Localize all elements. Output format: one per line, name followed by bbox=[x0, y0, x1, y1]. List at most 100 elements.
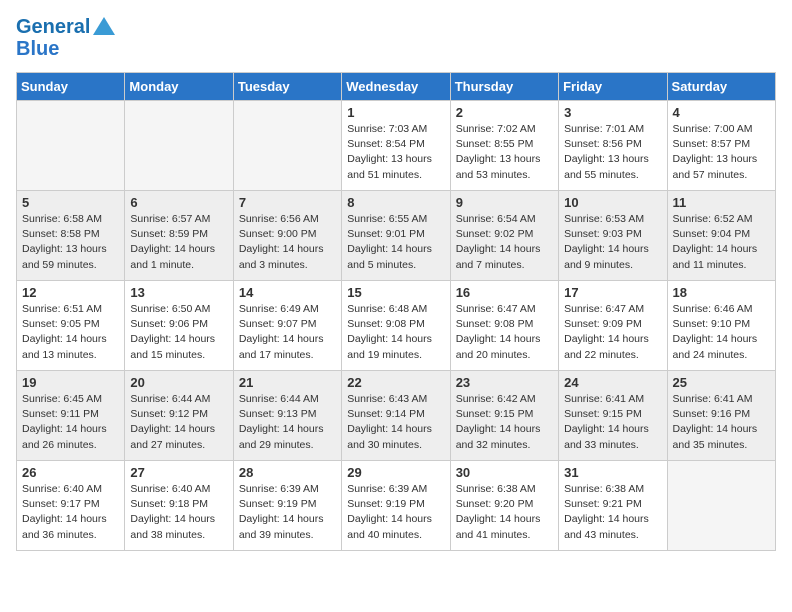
header-sunday: Sunday bbox=[17, 73, 125, 101]
day-cell: 27 Sunrise: 6:40 AMSunset: 9:18 PMDayligh… bbox=[125, 461, 233, 551]
calendar-table: SundayMondayTuesdayWednesdayThursdayFrid… bbox=[16, 72, 776, 551]
day-number: 31 bbox=[564, 465, 661, 480]
day-info: Sunrise: 6:51 AMSunset: 9:05 PMDaylight:… bbox=[22, 302, 119, 363]
day-number: 5 bbox=[22, 195, 119, 210]
day-number: 27 bbox=[130, 465, 227, 480]
week-row-3: 12 Sunrise: 6:51 AMSunset: 9:05 PMDayligh… bbox=[17, 281, 776, 371]
day-number: 30 bbox=[456, 465, 553, 480]
day-number: 3 bbox=[564, 105, 661, 120]
header-friday: Friday bbox=[559, 73, 667, 101]
day-cell bbox=[667, 461, 775, 551]
logo-text: General bbox=[16, 16, 90, 38]
day-cell bbox=[233, 101, 341, 191]
day-cell: 23Sunrise: 6:42 AMSunset: 9:15 PMDayligh… bbox=[450, 371, 558, 461]
page-header: General Blue bbox=[16, 16, 776, 60]
day-info: Sunrise: 6:48 AMSunset: 9:08 PMDaylight:… bbox=[347, 302, 444, 363]
day-info: Sunrise: 6:38 AMSunset: 9:20 PMDaylight:… bbox=[456, 482, 553, 543]
day-number: 2 bbox=[456, 105, 553, 120]
day-number: 28 bbox=[239, 465, 336, 480]
day-info: Sunrise: 6:44 AMSunset: 9:13 PMDaylight:… bbox=[239, 392, 336, 453]
day-info: Sunrise: 6:56 AMSunset: 9:00 PMDaylight:… bbox=[239, 212, 336, 273]
day-number: 15 bbox=[347, 285, 444, 300]
day-cell: 12 Sunrise: 6:51 AMSunset: 9:05 PMDayligh… bbox=[17, 281, 125, 371]
day-info: Sunrise: 6:47 AMSunset: 9:08 PMDaylight:… bbox=[456, 302, 553, 363]
day-cell: 30 Sunrise: 6:38 AMSunset: 9:20 PMDayligh… bbox=[450, 461, 558, 551]
day-cell: 1 Sunrise: 7:03 AMSunset: 8:54 PMDaylight… bbox=[342, 101, 450, 191]
week-row-5: 26 Sunrise: 6:40 AMSunset: 9:17 PMDayligh… bbox=[17, 461, 776, 551]
logo: General Blue bbox=[16, 16, 115, 60]
logo-icon bbox=[93, 17, 115, 35]
day-cell: 29 Sunrise: 6:39 AMSunset: 9:19 PMDayligh… bbox=[342, 461, 450, 551]
day-info: Sunrise: 6:45 AMSunset: 9:11 PMDaylight:… bbox=[22, 392, 119, 453]
day-cell: 15 Sunrise: 6:48 AMSunset: 9:08 PMDayligh… bbox=[342, 281, 450, 371]
day-number: 25 bbox=[673, 375, 770, 390]
day-cell: 31 Sunrise: 6:38 AMSunset: 9:21 PMDayligh… bbox=[559, 461, 667, 551]
day-cell: 3 Sunrise: 7:01 AMSunset: 8:56 PMDaylight… bbox=[559, 101, 667, 191]
day-number: 9 bbox=[456, 195, 553, 210]
day-info: Sunrise: 6:55 AMSunset: 9:01 PMDaylight:… bbox=[347, 212, 444, 273]
week-row-4: 19 Sunrise: 6:45 AMSunset: 9:11 PMDayligh… bbox=[17, 371, 776, 461]
day-info: Sunrise: 6:58 AMSunset: 8:58 PMDaylight:… bbox=[22, 212, 119, 273]
day-number: 20 bbox=[130, 375, 227, 390]
week-row-2: 5 Sunrise: 6:58 AMSunset: 8:58 PMDaylight… bbox=[17, 191, 776, 281]
day-number: 17 bbox=[564, 285, 661, 300]
day-cell: 10 Sunrise: 6:53 AMSunset: 9:03 PMDayligh… bbox=[559, 191, 667, 281]
day-number: 4 bbox=[673, 105, 770, 120]
day-cell: 25Sunrise: 6:41 AMSunset: 9:16 PMDayligh… bbox=[667, 371, 775, 461]
day-cell: 5 Sunrise: 6:58 AMSunset: 8:58 PMDaylight… bbox=[17, 191, 125, 281]
day-number: 29 bbox=[347, 465, 444, 480]
day-cell: 24 Sunrise: 6:41 AMSunset: 9:15 PMDayligh… bbox=[559, 371, 667, 461]
day-number: 23 bbox=[456, 375, 553, 390]
day-cell bbox=[125, 101, 233, 191]
day-cell: 21Sunrise: 6:44 AMSunset: 9:13 PMDayligh… bbox=[233, 371, 341, 461]
day-info: Sunrise: 6:50 AMSunset: 9:06 PMDaylight:… bbox=[130, 302, 227, 363]
day-cell: 17 Sunrise: 6:47 AMSunset: 9:09 PMDayligh… bbox=[559, 281, 667, 371]
day-number: 8 bbox=[347, 195, 444, 210]
day-number: 13 bbox=[130, 285, 227, 300]
day-number: 26 bbox=[22, 465, 119, 480]
day-number: 1 bbox=[347, 105, 444, 120]
day-cell bbox=[17, 101, 125, 191]
day-number: 19 bbox=[22, 375, 119, 390]
day-number: 24 bbox=[564, 375, 661, 390]
day-cell: 11Sunrise: 6:52 AMSunset: 9:04 PMDayligh… bbox=[667, 191, 775, 281]
day-info: Sunrise: 6:41 AMSunset: 9:15 PMDaylight:… bbox=[564, 392, 661, 453]
header-tuesday: Tuesday bbox=[233, 73, 341, 101]
day-info: Sunrise: 6:57 AMSunset: 8:59 PMDaylight:… bbox=[130, 212, 227, 273]
day-number: 22 bbox=[347, 375, 444, 390]
day-info: Sunrise: 7:01 AMSunset: 8:56 PMDaylight:… bbox=[564, 122, 661, 183]
day-cell: 7 Sunrise: 6:56 AMSunset: 9:00 PMDaylight… bbox=[233, 191, 341, 281]
day-number: 14 bbox=[239, 285, 336, 300]
header-wednesday: Wednesday bbox=[342, 73, 450, 101]
day-cell: 16 Sunrise: 6:47 AMSunset: 9:08 PMDayligh… bbox=[450, 281, 558, 371]
day-cell: 4 Sunrise: 7:00 AMSunset: 8:57 PMDaylight… bbox=[667, 101, 775, 191]
header-saturday: Saturday bbox=[667, 73, 775, 101]
day-cell: 8 Sunrise: 6:55 AMSunset: 9:01 PMDaylight… bbox=[342, 191, 450, 281]
day-cell: 18Sunrise: 6:46 AMSunset: 9:10 PMDayligh… bbox=[667, 281, 775, 371]
day-info: Sunrise: 6:38 AMSunset: 9:21 PMDaylight:… bbox=[564, 482, 661, 543]
day-info: Sunrise: 6:39 AMSunset: 9:19 PMDaylight:… bbox=[239, 482, 336, 543]
day-info: Sunrise: 6:44 AMSunset: 9:12 PMDaylight:… bbox=[130, 392, 227, 453]
day-cell: 19 Sunrise: 6:45 AMSunset: 9:11 PMDayligh… bbox=[17, 371, 125, 461]
day-info: Sunrise: 6:53 AMSunset: 9:03 PMDaylight:… bbox=[564, 212, 661, 273]
day-number: 12 bbox=[22, 285, 119, 300]
header-monday: Monday bbox=[125, 73, 233, 101]
day-cell: 26 Sunrise: 6:40 AMSunset: 9:17 PMDayligh… bbox=[17, 461, 125, 551]
day-cell: 6Sunrise: 6:57 AMSunset: 8:59 PMDaylight… bbox=[125, 191, 233, 281]
day-info: Sunrise: 6:39 AMSunset: 9:19 PMDaylight:… bbox=[347, 482, 444, 543]
day-cell: 28 Sunrise: 6:39 AMSunset: 9:19 PMDayligh… bbox=[233, 461, 341, 551]
day-info: Sunrise: 6:40 AMSunset: 9:17 PMDaylight:… bbox=[22, 482, 119, 543]
day-info: Sunrise: 6:46 AMSunset: 9:10 PMDaylight:… bbox=[673, 302, 770, 363]
day-cell: 14Sunrise: 6:49 AMSunset: 9:07 PMDayligh… bbox=[233, 281, 341, 371]
day-number: 10 bbox=[564, 195, 661, 210]
day-info: Sunrise: 7:02 AMSunset: 8:55 PMDaylight:… bbox=[456, 122, 553, 183]
day-number: 7 bbox=[239, 195, 336, 210]
week-row-1: 1 Sunrise: 7:03 AMSunset: 8:54 PMDaylight… bbox=[17, 101, 776, 191]
day-cell: 22Sunrise: 6:43 AMSunset: 9:14 PMDayligh… bbox=[342, 371, 450, 461]
day-info: Sunrise: 6:40 AMSunset: 9:18 PMDaylight:… bbox=[130, 482, 227, 543]
day-number: 16 bbox=[456, 285, 553, 300]
day-cell: 9Sunrise: 6:54 AMSunset: 9:02 PMDaylight… bbox=[450, 191, 558, 281]
day-info: Sunrise: 7:03 AMSunset: 8:54 PMDaylight:… bbox=[347, 122, 444, 183]
day-info: Sunrise: 7:00 AMSunset: 8:57 PMDaylight:… bbox=[673, 122, 770, 183]
day-info: Sunrise: 6:47 AMSunset: 9:09 PMDaylight:… bbox=[564, 302, 661, 363]
